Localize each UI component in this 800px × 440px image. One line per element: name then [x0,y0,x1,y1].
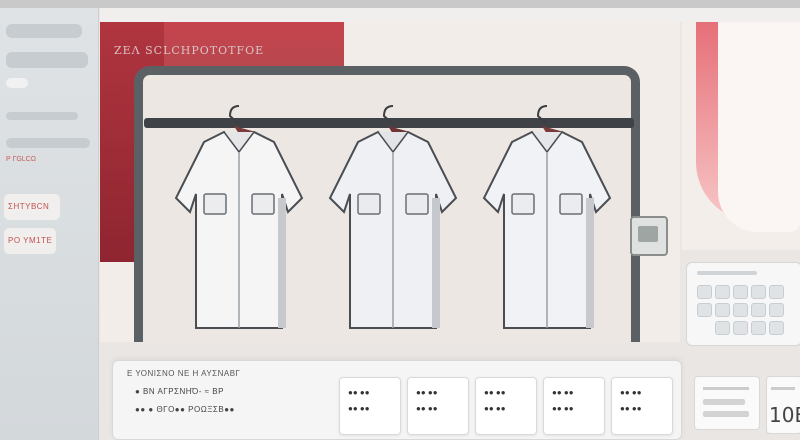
card-label: ●● ●● [620,404,642,413]
keypad-label [697,271,757,275]
option-card[interactable]: ●● ●● ●● ●● [339,377,401,435]
card-label: ●● ●● [484,404,506,413]
mini-row [703,411,749,417]
mini-panel [694,376,760,430]
option-card[interactable]: ●● ●● ●● ●● [543,377,605,435]
divider [703,387,749,390]
banner-shape [718,22,800,232]
sidebar-label: P ΓGLCΩ [6,156,36,163]
card-label: ●● ●● [348,388,370,397]
keypad-key[interactable] [733,303,748,317]
keypad-key[interactable] [769,321,784,335]
divider [771,387,795,390]
mini-row [703,399,745,405]
top-strip [100,8,800,22]
keypad-key[interactable] [733,285,748,299]
keypad-key[interactable] [697,303,712,317]
big-number: 10Б [769,403,800,427]
card-label: ●● ●● [552,388,574,397]
option-card[interactable]: ●● ●● ●● ●● [407,377,469,435]
top-bar [0,0,800,8]
card-label: ●● ●● [620,388,642,397]
panel-title: Ε ΥΟΝΙΣΝΟ ΝΕ Η ΑΥΣΝΑΒΓ [127,369,241,378]
sidebar-pill[interactable] [6,24,82,38]
card-label: ●● ●● [348,404,370,413]
right-banner [682,22,800,250]
shirt-card-3[interactable] [472,102,622,342]
keypad-key[interactable] [697,285,712,299]
product-display: ZEΛ SCLCHPOTOTFOE [100,22,680,342]
shirt-icon [174,105,304,329]
keypad-key[interactable] [751,303,766,317]
sidebar-pill[interactable] [6,52,88,68]
card-label: ●● ●● [416,404,438,413]
panel-line: ●● ● ΘΓΟ●● ΡΟΩΞΣΒ●● [135,405,235,414]
keypad-key[interactable] [769,303,784,317]
shirt-icon [328,105,458,329]
keypad-key[interactable] [715,285,730,299]
sidebar-toggle[interactable] [6,78,28,88]
keypad-key[interactable] [769,285,784,299]
tag-icon [638,226,658,242]
keypad-key[interactable] [715,321,730,335]
card-label: ●● ●● [416,388,438,397]
option-card[interactable]: ●● ●● ●● ●● [475,377,537,435]
brand-title: ZEΛ SCLCHPOTOTFOE [114,44,265,57]
sidebar-pill[interactable] [6,138,90,148]
card-label: ●● ●● [484,388,506,397]
keypad-key[interactable] [733,321,748,335]
shirt-icon [482,105,612,329]
price-tag[interactable] [630,216,668,256]
left-sidebar: P ΓGLCΩ ΣΗΤΥΒCΝ ΡΟ ΥΜ1ΤЕ [0,8,99,440]
number-panel: 10Б [766,376,800,434]
card-label: ●● ●● [552,404,574,413]
option-card[interactable]: ●● ●● ●● ●● [611,377,673,435]
keypad-key[interactable] [751,321,766,335]
sidebar-chip[interactable]: ΣΗΤΥΒCΝ [4,194,60,220]
keypad-key[interactable] [715,303,730,317]
keypad-panel [686,262,800,346]
sidebar-chip[interactable]: ΡΟ ΥΜ1ΤЕ [4,228,56,254]
keypad-key[interactable] [751,285,766,299]
shirt-card-1[interactable] [164,102,314,342]
bottom-info-panel: Ε ΥΟΝΙΣΝΟ ΝΕ Η ΑΥΣΝΑΒΓ ● ΒΝ ΑΓΡΣΝΗ̃Ο- ≈ … [112,360,682,440]
panel-line: ● ΒΝ ΑΓΡΣΝΗ̃Ο- ≈ ΒΡ [135,387,224,396]
sidebar-pill[interactable] [6,112,78,120]
shirt-card-2[interactable] [318,102,468,342]
